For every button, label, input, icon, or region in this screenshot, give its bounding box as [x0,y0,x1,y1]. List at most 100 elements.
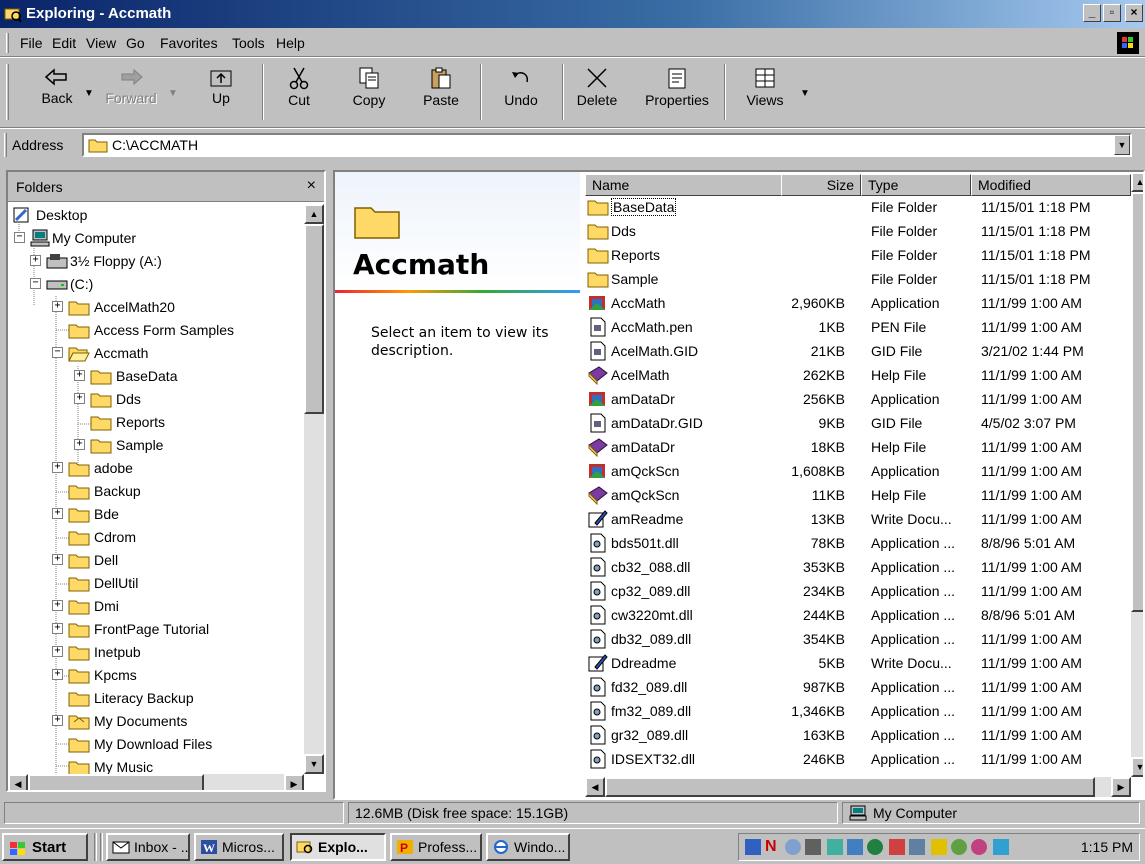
file-row[interactable]: amDataDr 18KB Help File 11/1/99 1:00 AM [585,436,1131,460]
file-row[interactable]: amQckScn 11KB Help File 11/1/99 1:00 AM [585,484,1131,508]
menu-help[interactable]: Help [276,35,305,51]
expand-icon[interactable]: + [52,508,63,519]
task-windows[interactable]: Windo... [486,833,570,861]
views-dropdown-icon[interactable]: ▼ [800,88,810,99]
folders-vertical-scrollbar[interactable]: ▲ ▼ [304,204,324,774]
folders-horizontal-scrollbar[interactable]: ◀ ▶ [8,774,304,790]
forward-dropdown-icon[interactable]: ▼ [168,88,178,99]
address-grip[interactable] [4,133,7,157]
scroll-thumb[interactable] [28,774,204,790]
scroll-left-icon[interactable]: ◀ [585,777,605,797]
expand-icon[interactable]: + [52,600,63,611]
file-row[interactable]: AccMath 2,960KB Application 11/1/99 1:00 AM [585,292,1131,316]
file-row[interactable]: Ddreadme 5KB Write Docu... 11/1/99 1:00 AM [585,652,1131,676]
collapse-icon[interactable]: − [14,232,25,243]
paste-button[interactable]: Paste [410,60,472,124]
delete-button[interactable]: Delete [566,60,628,124]
properties-button[interactable]: Properties [636,60,718,124]
scroll-up-icon[interactable]: ▲ [1131,172,1143,192]
scroll-right-icon[interactable]: ▶ [284,774,304,790]
expand-icon[interactable]: + [74,439,85,450]
list-vertical-scrollbar[interactable]: ▲ ▼ [1131,172,1143,777]
address-input[interactable]: C:\ACCMATH ▼ [82,133,1132,157]
expand-icon[interactable]: + [30,255,41,266]
menu-go[interactable]: Go [126,35,145,51]
tray-icon[interactable] [951,839,967,855]
tray-icon[interactable] [971,839,987,855]
expand-icon[interactable]: + [74,393,85,404]
clock[interactable]: 1:15 PM [1081,839,1133,855]
menu-view[interactable]: View [86,35,116,51]
copy-button[interactable]: Copy [338,60,400,124]
file-row[interactable]: db32_089.dll 354KB Application ... 11/1/99 … [585,628,1131,652]
tray-icon[interactable] [827,839,843,855]
scroll-thumb[interactable] [304,224,324,414]
start-button[interactable]: Start [2,833,88,861]
expand-icon[interactable]: + [52,462,63,473]
views-button[interactable]: Views [734,60,796,124]
file-row[interactable]: amDataDr 256KB Application 11/1/99 1:00 AM [585,388,1131,412]
file-row[interactable]: cb32_088.dll 353KB Application ... 11/1/99 … [585,556,1131,580]
task-inbox[interactable]: Inbox - ... [106,833,190,861]
file-row[interactable]: BaseData File Folder 11/15/01 1:18 PM [585,196,1131,220]
file-row[interactable]: Dds File Folder 11/15/01 1:18 PM [585,220,1131,244]
expand-icon[interactable]: + [52,623,63,634]
scroll-down-icon[interactable]: ▼ [304,754,324,774]
file-row[interactable]: Reports File Folder 11/15/01 1:18 PM [585,244,1131,268]
file-row[interactable]: cp32_089.dll 234KB Application ... 11/1/99 … [585,580,1131,604]
tray-icon[interactable] [785,839,801,855]
file-row[interactable]: Sample File Folder 11/15/01 1:18 PM [585,268,1131,292]
up-button[interactable]: Up [190,60,252,124]
column-size[interactable]: Size [781,174,861,196]
forward-button[interactable]: Forward [100,60,162,124]
column-modified[interactable]: Modified [971,174,1131,196]
expand-icon[interactable]: + [52,646,63,657]
menu-grip[interactable] [6,33,9,53]
tray-icon[interactable] [889,839,905,855]
tray-icon[interactable] [867,839,883,855]
task-professional[interactable]: P Profess... [390,833,482,861]
toolbar-grip[interactable] [6,64,9,120]
close-folders-button[interactable]: × [307,177,316,195]
scroll-up-icon[interactable]: ▲ [304,204,324,224]
file-row[interactable]: cw3220mt.dll 244KB Application ... 8/8/96 5… [585,604,1131,628]
expand-icon[interactable]: + [52,554,63,565]
file-row[interactable]: AcelMath.GID 21KB GID File 3/21/02 1:44 PM [585,340,1131,364]
scroll-down-icon[interactable]: ▼ [1131,757,1143,777]
file-row[interactable]: amDataDr.GID 9KB GID File 4/5/02 3:07 PM [585,412,1131,436]
back-dropdown-icon[interactable]: ▼ [84,88,94,99]
tray-icon[interactable] [745,839,761,855]
close-button[interactable]: × [1125,4,1143,22]
file-row[interactable]: amReadme 13KB Write Docu... 11/1/99 1:00 AM [585,508,1131,532]
menu-file[interactable]: File [20,35,43,51]
restore-button[interactable]: ▫ [1103,4,1121,22]
back-button[interactable]: Back [26,60,88,124]
undo-button[interactable]: Undo [490,60,552,124]
column-type[interactable]: Type [861,174,971,196]
menu-edit[interactable]: Edit [52,35,76,51]
tray-icon[interactable]: N [765,839,781,855]
file-row[interactable]: bds501t.dll 78KB Application ... 8/8/96 5:0… [585,532,1131,556]
list-horizontal-scrollbar[interactable]: ◀ ▶ [585,777,1131,797]
tray-icon[interactable] [993,839,1009,855]
title-bar[interactable]: Exploring - Accmath _ ▫ × [0,0,1145,28]
minimize-button[interactable]: _ [1083,4,1101,22]
collapse-icon[interactable]: − [52,347,63,358]
file-row[interactable]: AcelMath 262KB Help File 11/1/99 1:00 AM [585,364,1131,388]
file-row[interactable]: fd32_089.dll 987KB Application ... 11/1/99 … [585,676,1131,700]
tray-icon[interactable] [931,839,947,855]
file-row[interactable]: IDSEXT32.dll 246KB Application ... 11/1/99 … [585,748,1131,772]
expand-icon[interactable]: + [52,715,63,726]
file-row[interactable]: AccMath.pen 1KB PEN File 11/1/99 1:00 AM [585,316,1131,340]
scroll-thumb[interactable] [1131,192,1143,612]
file-row[interactable]: fm32_089.dll 1,346KB Application ... 11/1/9… [585,700,1131,724]
cut-button[interactable]: Cut [268,60,330,124]
file-row[interactable]: gr32_089.dll 163KB Application ... 11/1/99 … [585,724,1131,748]
task-microsoft-word[interactable]: W Micros... [194,833,284,861]
tray-icon[interactable] [805,839,821,855]
collapse-icon[interactable]: − [30,278,41,289]
speaker-icon[interactable] [909,839,925,855]
task-exploring[interactable]: Explo... [290,833,386,861]
menu-tools[interactable]: Tools [232,35,265,51]
scroll-thumb[interactable] [605,777,1095,797]
